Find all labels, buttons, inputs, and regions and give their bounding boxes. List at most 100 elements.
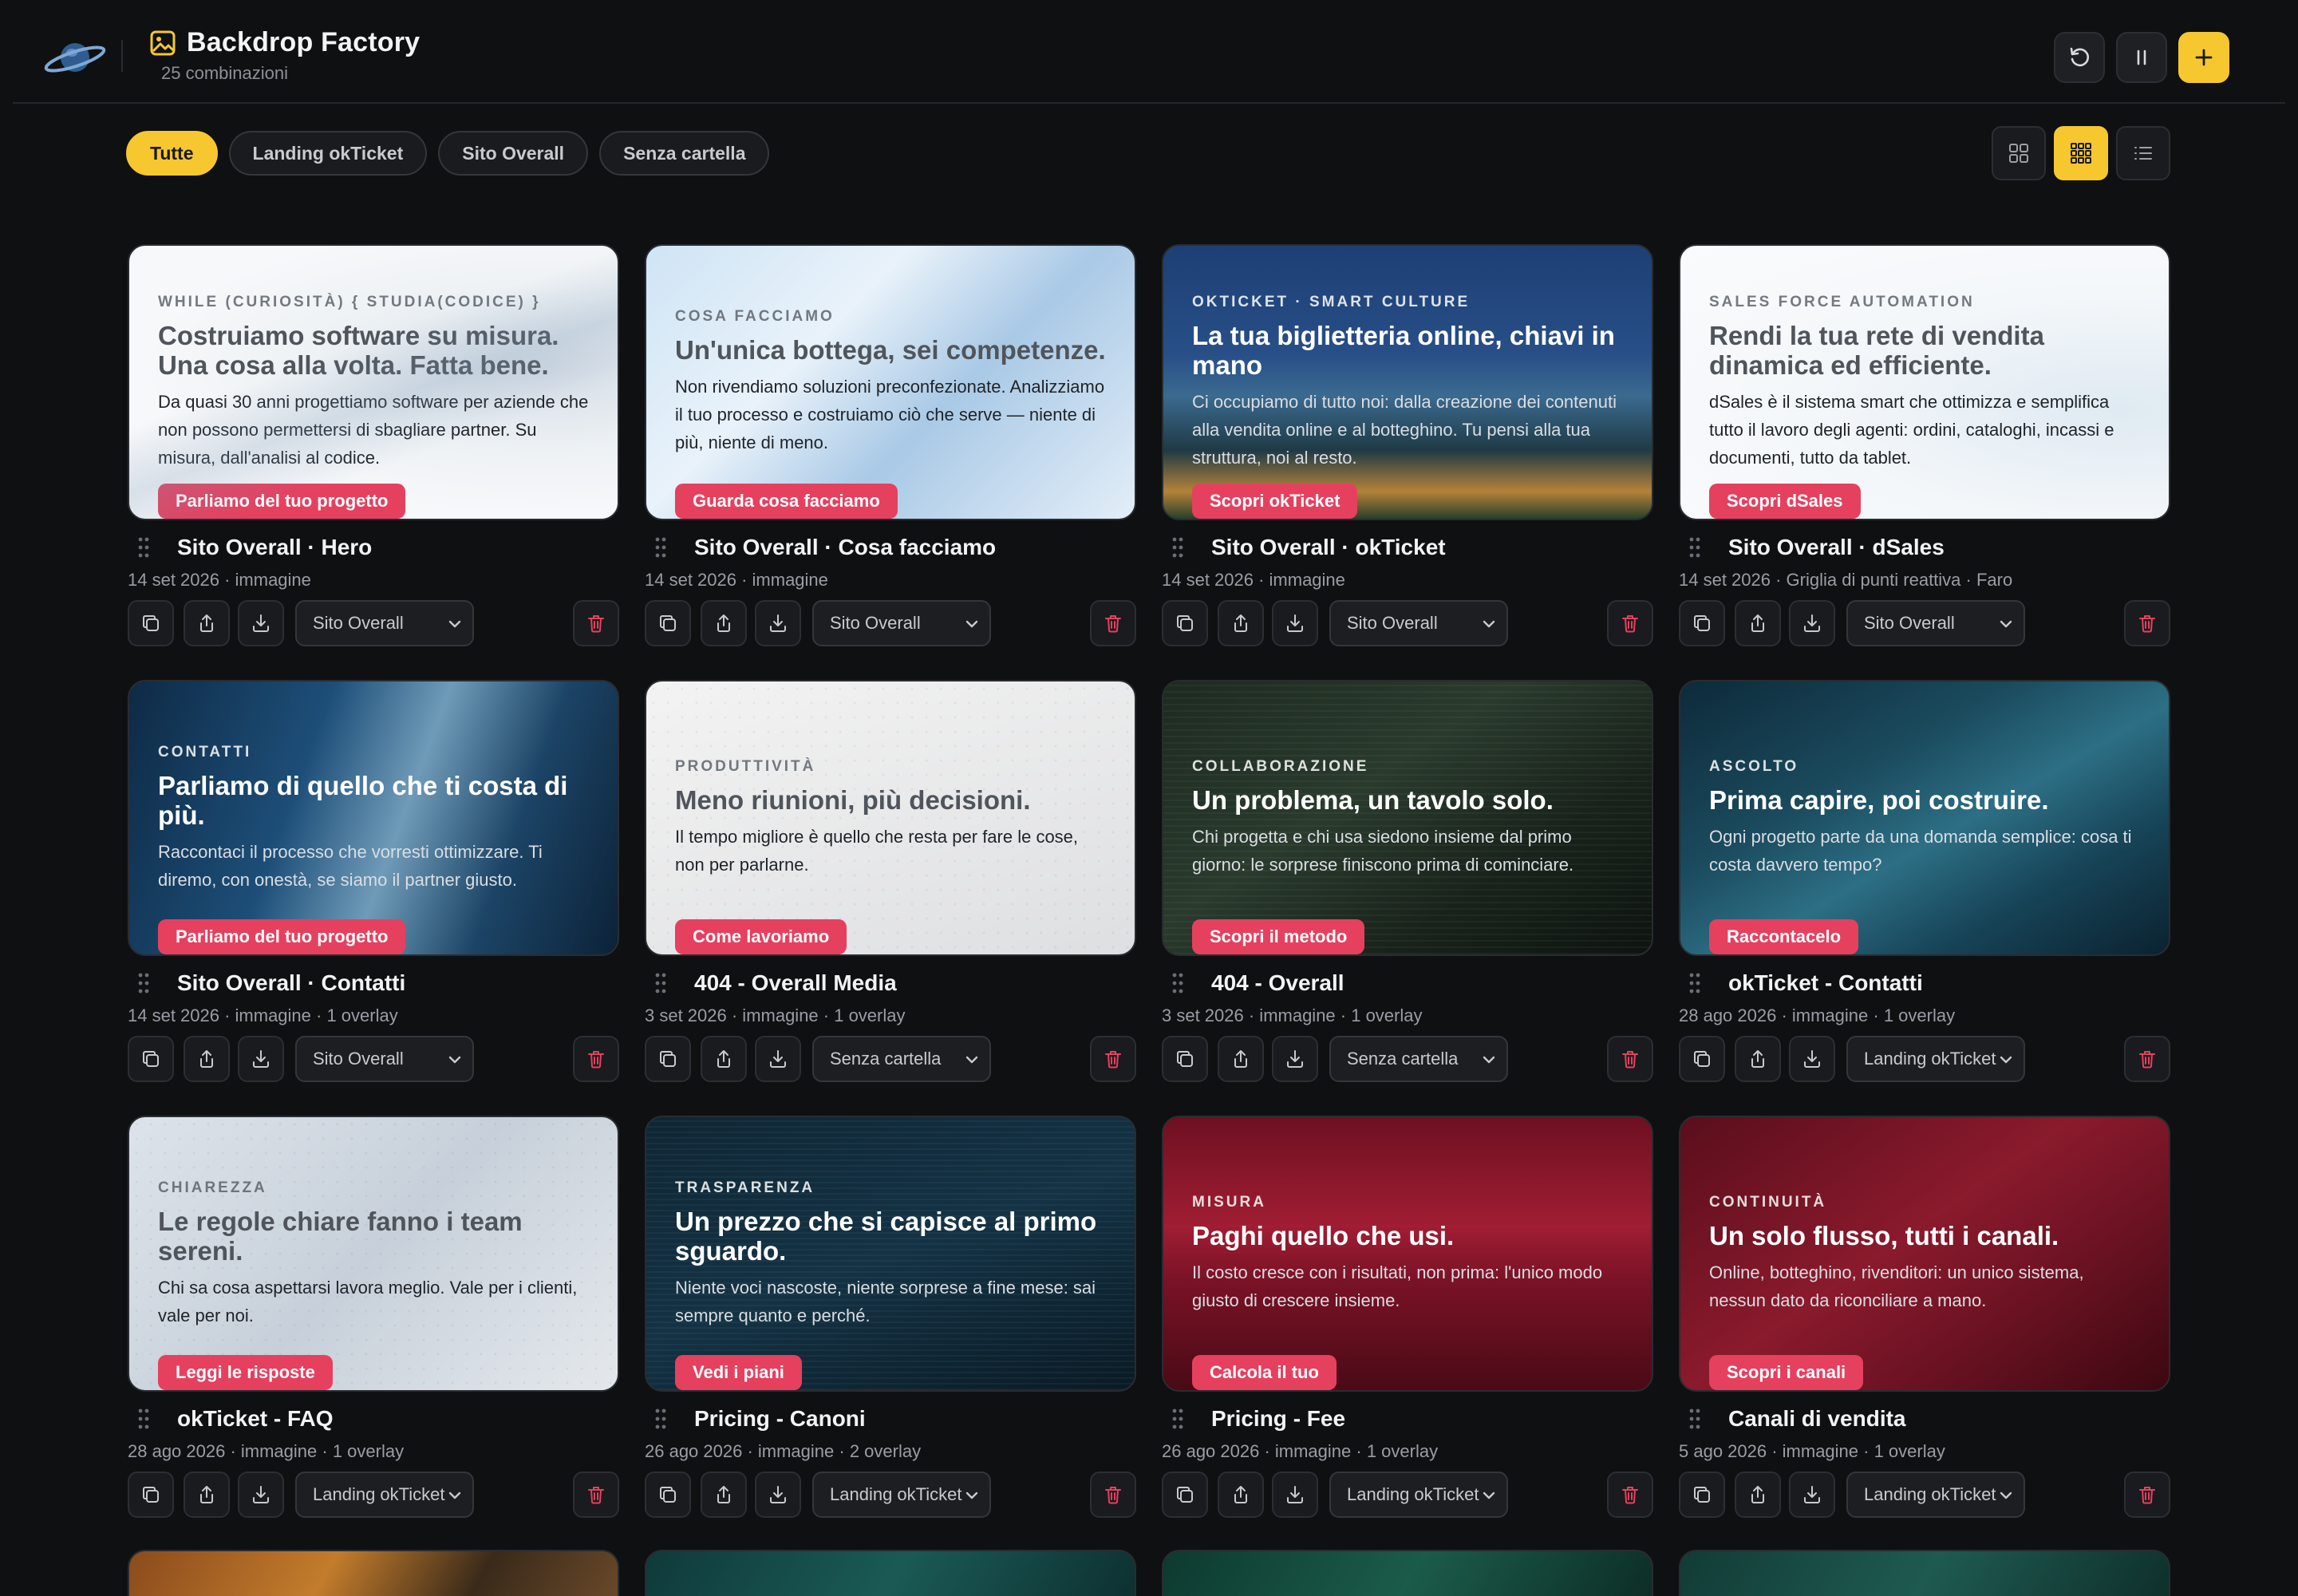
drag-handle-icon[interactable] — [1679, 535, 1711, 559]
drag-handle-icon[interactable] — [128, 535, 160, 559]
drag-handle-icon[interactable] — [645, 1407, 677, 1431]
view-list-button[interactable] — [2116, 126, 2170, 180]
folder-select[interactable]: Sito Overall — [812, 600, 991, 646]
download-button[interactable] — [1789, 1472, 1835, 1518]
card-thumbnail[interactable]: WHILE (CURIOSITÀ) { STUDIA(CODICE) } Cos… — [128, 244, 619, 520]
download-button[interactable] — [1272, 600, 1318, 646]
export-button[interactable] — [1218, 1036, 1264, 1082]
export-button[interactable] — [184, 600, 230, 646]
card-thumbnail[interactable] — [645, 1550, 1136, 1596]
export-button[interactable] — [1218, 1472, 1264, 1518]
card-thumbnail[interactable]: COLLABORAZIONE Un problema, un tavolo so… — [1162, 680, 1653, 956]
card-thumbnail[interactable]: COSA FACCIAMO Un'unica bottega, sei comp… — [645, 244, 1136, 520]
export-button[interactable] — [701, 600, 747, 646]
filter-chip-sito-overall[interactable]: Sito Overall — [438, 131, 589, 176]
duplicate-button[interactable] — [645, 600, 691, 646]
card-thumbnail[interactable]: CHIAREZZA Le regole chiare fanno i team … — [128, 1116, 619, 1392]
pause-button[interactable] — [2116, 32, 2167, 83]
card-thumbnail[interactable]: PRODUTTIVITÀ Meno riunioni, più decision… — [645, 680, 1136, 956]
delete-button[interactable] — [1607, 600, 1653, 646]
drag-handle-icon[interactable] — [645, 971, 677, 995]
view-grid-large-button[interactable] — [1992, 126, 2046, 180]
drag-handle-icon[interactable] — [1679, 1407, 1711, 1431]
export-button[interactable] — [1218, 600, 1264, 646]
export-button[interactable] — [1735, 600, 1781, 646]
download-button[interactable] — [238, 600, 284, 646]
download-button[interactable] — [1272, 1472, 1318, 1518]
card-thumbnail[interactable]: SALES FORCE AUTOMATION Rendi la tua rete… — [1679, 244, 2170, 520]
delete-button[interactable] — [1607, 1036, 1653, 1082]
card-thumbnail[interactable] — [1162, 1550, 1653, 1596]
download-button[interactable] — [238, 1036, 284, 1082]
export-button[interactable] — [184, 1472, 230, 1518]
filter-chip-senza-cartella[interactable]: Senza cartella — [599, 131, 770, 176]
export-button[interactable] — [184, 1036, 230, 1082]
card-thumbnail[interactable]: MISURA Paghi quello che usi. Il costo cr… — [1162, 1116, 1653, 1392]
export-button[interactable] — [1735, 1036, 1781, 1082]
duplicate-button[interactable] — [1679, 1472, 1725, 1518]
card-thumbnail[interactable] — [128, 1550, 619, 1596]
download-button[interactable] — [1272, 1036, 1318, 1082]
folder-select[interactable]: Senza cartella — [1329, 1036, 1508, 1082]
card-thumbnail[interactable]: CONTATTI Parliamo di quello che ti costa… — [128, 680, 619, 956]
duplicate-button[interactable] — [128, 600, 174, 646]
folder-select[interactable]: Landing okTicket — [1846, 1472, 2025, 1518]
export-button[interactable] — [701, 1472, 747, 1518]
add-button[interactable] — [2178, 32, 2229, 83]
folder-select[interactable]: Sito Overall — [295, 600, 474, 646]
delete-button[interactable] — [2124, 600, 2170, 646]
card-thumbnail[interactable]: ASCOLTO Prima capire, poi costruire. Ogn… — [1679, 680, 2170, 956]
duplicate-button[interactable] — [1162, 1472, 1208, 1518]
duplicate-button[interactable] — [645, 1472, 691, 1518]
folder-select[interactable]: Landing okTicket — [812, 1472, 991, 1518]
reset-button[interactable] — [2054, 32, 2105, 83]
drag-handle-icon[interactable] — [128, 1407, 160, 1431]
duplicate-button[interactable] — [1162, 1036, 1208, 1082]
drag-handle-icon[interactable] — [128, 971, 160, 995]
card-thumbnail[interactable]: TRASPARENZA Un prezzo che si capisce al … — [645, 1116, 1136, 1392]
delete-button[interactable] — [573, 1472, 619, 1518]
drag-handle-icon[interactable] — [1162, 1407, 1194, 1431]
export-button[interactable] — [1735, 1472, 1781, 1518]
folder-select[interactable]: Landing okTicket — [295, 1472, 474, 1518]
delete-button[interactable] — [1090, 600, 1136, 646]
export-button[interactable] — [701, 1036, 747, 1082]
download-button[interactable] — [1789, 1036, 1835, 1082]
delete-button[interactable] — [1090, 1472, 1136, 1518]
drag-handle-icon[interactable] — [1162, 535, 1194, 559]
duplicate-button[interactable] — [128, 1472, 174, 1518]
folder-select[interactable]: Sito Overall — [1329, 600, 1508, 646]
delete-button[interactable] — [573, 600, 619, 646]
drag-handle-icon[interactable] — [645, 535, 677, 559]
view-grid-small-button[interactable] — [2054, 126, 2108, 180]
drag-handle-icon[interactable] — [1679, 971, 1711, 995]
duplicate-button[interactable] — [1162, 600, 1208, 646]
drag-handle-icon[interactable] — [1162, 971, 1194, 995]
download-button[interactable] — [238, 1472, 284, 1518]
duplicate-button[interactable] — [1679, 1036, 1725, 1082]
card-thumbnail[interactable]: CONTINUITÀ Un solo flusso, tutti i canal… — [1679, 1116, 2170, 1392]
folder-select[interactable]: Sito Overall — [1846, 600, 2025, 646]
filter-chip-landing-okticket[interactable]: Landing okTicket — [228, 131, 428, 176]
delete-button[interactable] — [1607, 1472, 1653, 1518]
delete-button[interactable] — [1090, 1036, 1136, 1082]
folder-select-value: Senza cartella — [830, 1049, 942, 1069]
planet-logo-icon[interactable] — [41, 29, 109, 81]
delete-button[interactable] — [2124, 1472, 2170, 1518]
card-thumbnail[interactable]: OKTICKET · SMART CULTURE La tua bigliett… — [1162, 244, 1653, 520]
download-button[interactable] — [755, 1036, 801, 1082]
duplicate-button[interactable] — [128, 1036, 174, 1082]
duplicate-button[interactable] — [1679, 600, 1725, 646]
duplicate-button[interactable] — [645, 1036, 691, 1082]
download-button[interactable] — [755, 1472, 801, 1518]
delete-button[interactable] — [573, 1036, 619, 1082]
filter-chip-tutte[interactable]: Tutte — [126, 131, 218, 176]
card-thumbnail[interactable] — [1679, 1550, 2170, 1596]
folder-select[interactable]: Sito Overall — [295, 1036, 474, 1082]
download-button[interactable] — [1789, 600, 1835, 646]
folder-select[interactable]: Landing okTicket — [1329, 1472, 1508, 1518]
folder-select[interactable]: Senza cartella — [812, 1036, 991, 1082]
delete-button[interactable] — [2124, 1036, 2170, 1082]
folder-select[interactable]: Landing okTicket — [1846, 1036, 2025, 1082]
download-button[interactable] — [755, 600, 801, 646]
